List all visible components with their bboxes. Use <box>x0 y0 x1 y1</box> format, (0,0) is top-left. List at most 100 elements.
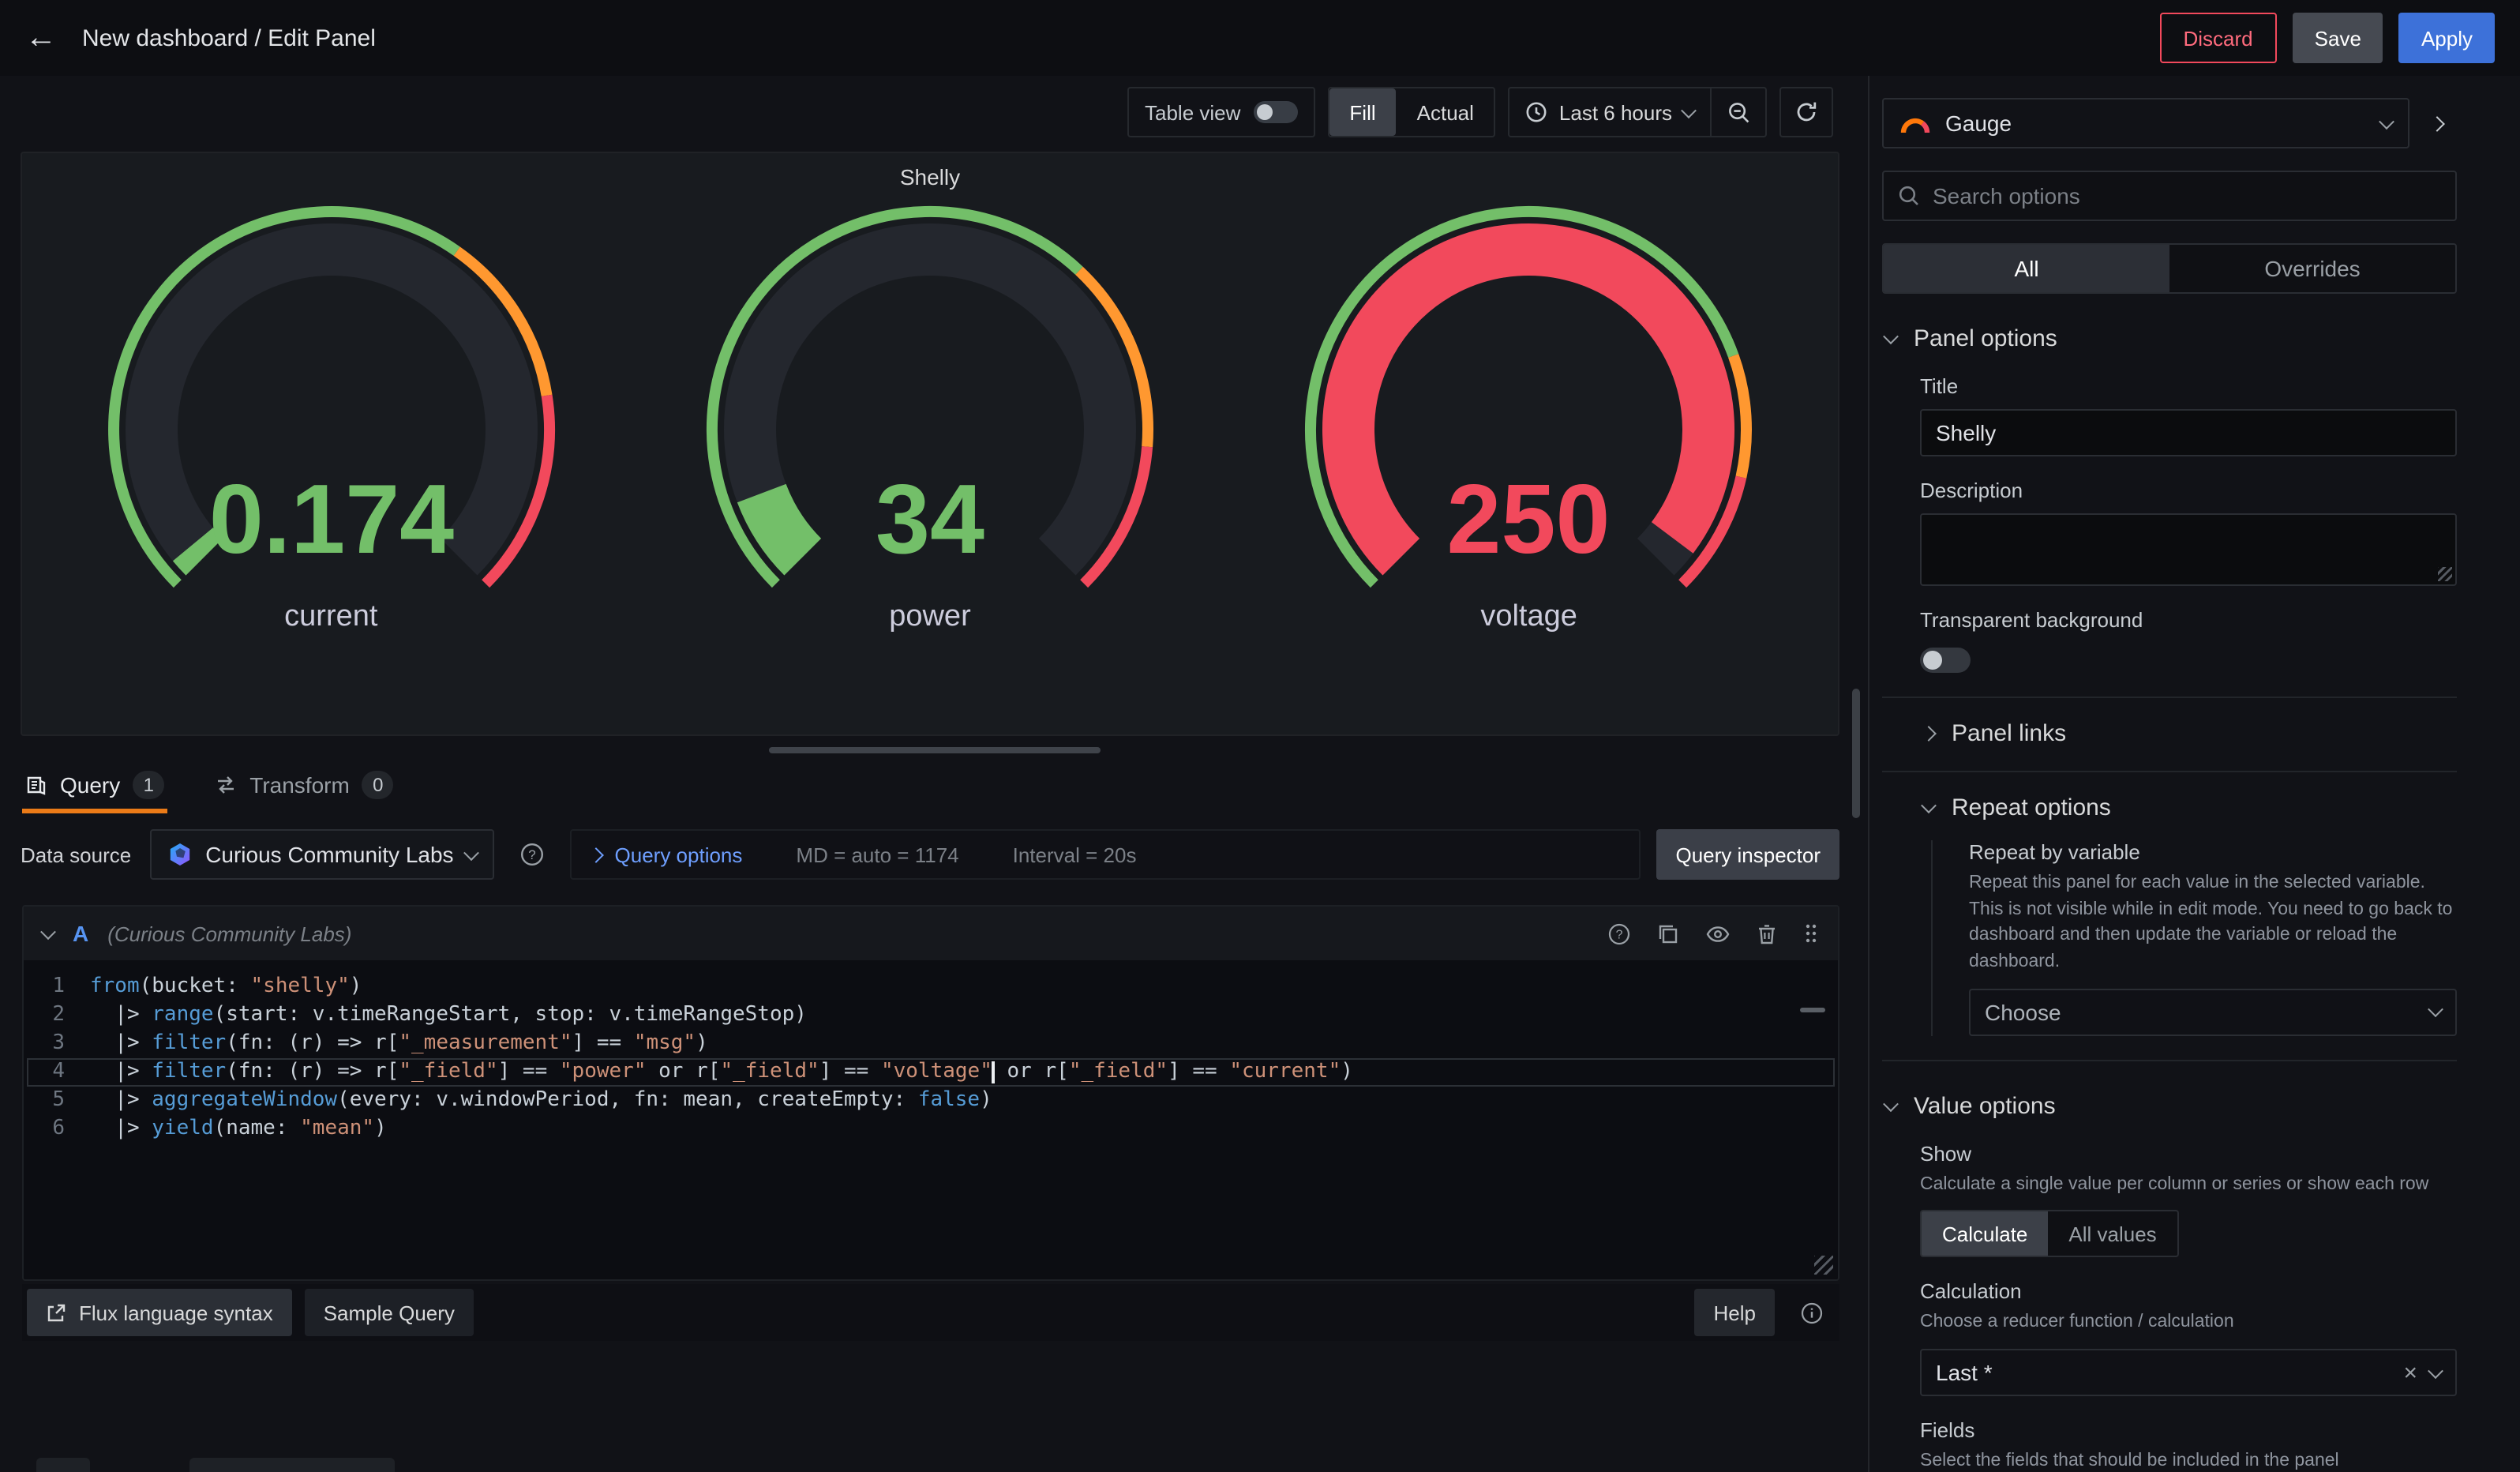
transparent-bg-toggle[interactable] <box>1920 648 1971 673</box>
svg-text:?: ? <box>529 847 536 862</box>
chevron-right-icon <box>1921 726 1937 742</box>
gauge: 250voltage <box>1269 199 1790 635</box>
actual-option[interactable]: Actual <box>1397 88 1494 136</box>
panel-links-header[interactable]: Panel links <box>1923 720 2457 747</box>
calculate-option[interactable]: Calculate <box>1922 1212 2048 1256</box>
tab-transform[interactable]: Transform 0 <box>212 771 397 813</box>
description-textarea[interactable] <box>1920 513 2457 586</box>
viz-picker-row: Gauge <box>1882 98 2457 148</box>
editor-resize-grip[interactable] <box>1814 1256 1833 1275</box>
toggle-visibility-button[interactable] <box>1705 922 1731 945</box>
flux-code-editor[interactable]: 1from(bucket: "shelly")2 |> range(start:… <box>24 960 1838 1279</box>
fill-option[interactable]: Fill <box>1329 88 1396 136</box>
calculation-label: Calculation <box>1920 1280 2457 1304</box>
viz-picker[interactable]: Gauge <box>1882 98 2409 148</box>
code-line[interactable]: 6 |> yield(name: "mean") <box>24 1115 1838 1143</box>
info-button[interactable] <box>1787 1289 1835 1336</box>
editor-scroll-handle[interactable] <box>1800 1008 1825 1012</box>
info-circle-icon <box>1799 1301 1823 1324</box>
code-token: or r[ <box>647 1060 721 1083</box>
duplicate-query-button[interactable] <box>1656 922 1680 945</box>
tab-query[interactable]: Query 1 <box>22 771 167 813</box>
panel-options-body: Title Shelly Description Transparent bac… <box>1920 374 2457 673</box>
code-line[interactable]: 2 |> range(start: v.timeRangeStart, stop… <box>24 1001 1838 1030</box>
search-input[interactable] <box>1933 183 2441 208</box>
line-number: 6 <box>24 1115 90 1143</box>
gauge-value: 34 <box>876 465 984 574</box>
clear-icon[interactable]: × <box>2403 1361 2417 1384</box>
table-view-toggle[interactable] <box>1253 101 1297 123</box>
save-button[interactable]: Save <box>2293 13 2383 63</box>
time-range-button[interactable]: Last 6 hours <box>1510 88 1710 136</box>
discard-button[interactable]: Discard <box>2160 13 2277 63</box>
repeat-variable-label: Repeat by variable <box>1969 840 2457 864</box>
apply-button[interactable]: Apply <box>2399 13 2495 63</box>
chevron-down-icon <box>1921 798 1937 813</box>
code-line[interactable]: 1from(bucket: "shelly") <box>24 973 1838 1001</box>
gauge-panel[interactable]: Shelly 0.174current34power250voltage <box>21 152 1839 736</box>
gauge: 34 power <box>669 199 1191 635</box>
clock-icon <box>1526 101 1548 123</box>
query-options-toggle[interactable]: Query options <box>591 843 743 866</box>
help-button[interactable]: Help <box>1695 1289 1776 1336</box>
query-inspector-button[interactable]: Query inspector <box>1656 829 1839 880</box>
collapse-options-button[interactable] <box>2416 100 2457 147</box>
code-line[interactable]: 3 |> filter(fn: (r) => r["_measurement"]… <box>24 1030 1838 1058</box>
all-values-option[interactable]: All values <box>2048 1212 2177 1256</box>
code-token: (fn: (r) => r[ <box>226 1060 399 1083</box>
gauge-label: power <box>889 600 971 635</box>
scrollbar-thumb[interactable] <box>1852 689 1860 818</box>
title-input[interactable]: Shelly <box>1920 409 2457 456</box>
datasource-label: Data source <box>21 843 131 866</box>
refresh-button[interactable] <box>1779 87 1833 137</box>
code-token: ) <box>374 1117 387 1140</box>
show-desc: Calculate a single value per column or s… <box>1920 1171 2457 1197</box>
flux-syntax-button[interactable]: Flux language syntax <box>27 1289 292 1336</box>
fields-desc: Select the fields that should be include… <box>1920 1448 2457 1472</box>
value-options-header[interactable]: Value options <box>1885 1092 2457 1119</box>
query-row-header[interactable]: A (Curious Community Labs) ? <box>24 907 1838 960</box>
panel-options-header[interactable]: Panel options <box>1885 325 2457 352</box>
tab-all[interactable]: All <box>1884 245 2169 292</box>
transform-icon <box>215 774 237 796</box>
interval-stat: Interval = 20s <box>1013 843 1137 866</box>
code-token: ] == <box>819 1060 881 1083</box>
repeat-options-header[interactable]: Repeat options <box>1923 794 2457 821</box>
line-number: 5 <box>24 1087 90 1115</box>
gauge-viz-icon <box>1899 113 1931 133</box>
show-label: Show <box>1920 1141 2457 1165</box>
panel-resize-handle[interactable] <box>768 747 1100 753</box>
title-label: Title <box>1920 374 2457 398</box>
datasource-picker[interactable]: Curious Community Labs <box>150 829 494 880</box>
repeat-options-body: Repeat by variable Repeat this panel for… <box>1931 840 2457 1035</box>
query-editor-card: A (Curious Community Labs) ? 1from(bucke… <box>22 905 1839 1281</box>
code-token: ) <box>350 974 362 998</box>
code-line[interactable]: 4 |> filter(fn: (r) => r["_field"] == "p… <box>24 1058 1838 1087</box>
code-line[interactable]: 5 |> aggregateWindow(every: v.windowPeri… <box>24 1087 1838 1115</box>
datasource-help-button[interactable]: ? <box>511 832 555 877</box>
cut-button[interactable] <box>36 1458 90 1472</box>
repeat-variable-select[interactable]: Choose <box>1969 988 2457 1035</box>
back-arrow-icon[interactable]: ← <box>25 22 57 54</box>
gauge-value: 0.174 <box>208 465 453 574</box>
code-token: "_field" <box>399 1060 497 1083</box>
clipped-bottom-row <box>0 1458 1868 1472</box>
delete-query-button[interactable] <box>1756 922 1778 945</box>
zoom-out-button[interactable] <box>1712 88 1765 136</box>
show-radio-group: Calculate All values <box>1920 1211 2179 1258</box>
code-token: |> <box>90 1088 152 1112</box>
cut-button[interactable] <box>189 1458 395 1472</box>
code-token: "_field" <box>720 1060 819 1083</box>
textarea-resize-grip[interactable] <box>2438 567 2452 581</box>
value-options-title: Value options <box>1914 1092 2056 1119</box>
sample-query-button[interactable]: Sample Query <box>305 1289 474 1336</box>
tab-overrides[interactable]: Overrides <box>2169 245 2455 292</box>
code-token: ] == <box>1168 1060 1229 1083</box>
chevron-down-icon <box>464 844 480 860</box>
query-help-button[interactable]: ? <box>1607 922 1631 945</box>
calculation-select[interactable]: Last * × <box>1920 1349 2457 1396</box>
query-ref-id: A <box>73 921 88 946</box>
collapse-query-icon[interactable] <box>40 923 56 939</box>
code-token: ) <box>980 1088 992 1112</box>
drag-handle[interactable] <box>1803 922 1819 944</box>
